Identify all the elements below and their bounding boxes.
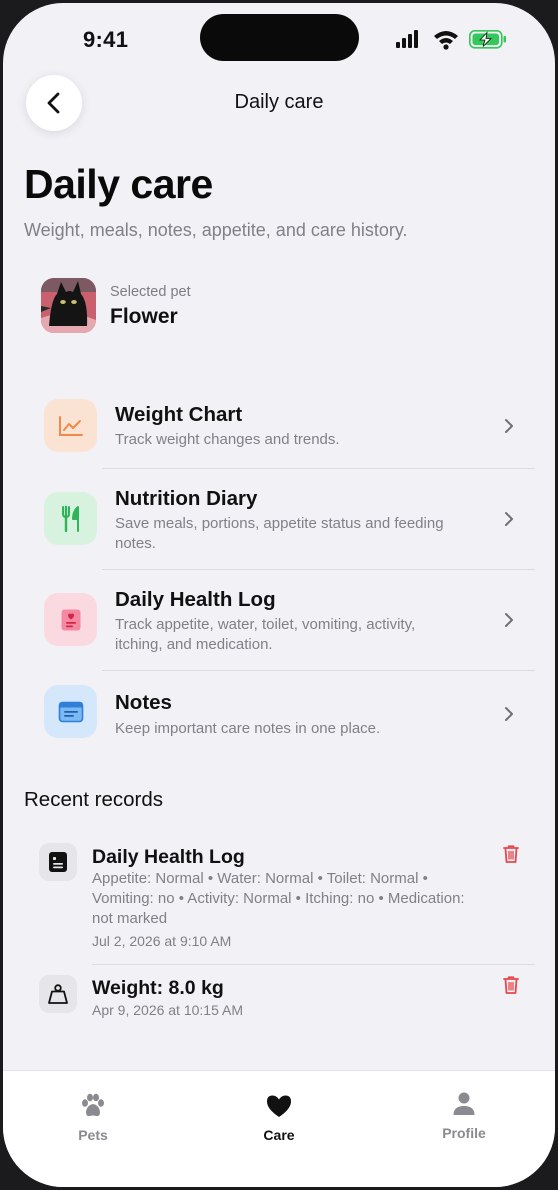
heart-icon [267,1095,291,1117]
menu-item-weight-chart[interactable]: Weight Chart Track weight changes and tr… [3,395,555,469]
chart-icon [58,415,83,436]
note-icon [58,701,83,722]
tab-bar: Pets Care Profile [3,1070,555,1187]
menu-description: Track appetite, water, toilet, vomiting,… [115,616,416,653]
nav-title: Daily care [234,91,324,113]
dynamic-island [200,14,359,61]
menu-item-daily-health-log[interactable]: Daily Health Log Track appetite, water, … [3,570,555,670]
health-log-icon-tile [39,843,77,881]
tab-label: Care [263,1127,295,1143]
wifi-icon [434,31,458,50]
record-title[interactable]: Weight: 8.0 kg [92,977,224,1000]
record-description: Appetite: Normal • Water: Normal • Toile… [92,870,465,927]
note-icon-tile [44,685,97,738]
chevron-right-icon [505,512,513,526]
menu-description: Save meals, portions, appetite status an… [115,515,444,552]
menu-item-nutrition-diary[interactable]: Nutrition Diary Save meals, portions, ap… [3,469,555,569]
chart-icon-tile [44,399,97,452]
status-time: 9:41 [83,27,129,52]
menu-title: Daily Health Log [115,588,276,611]
record-title[interactable]: Daily Health Log [92,846,245,869]
health-clipboard-icon [61,609,80,630]
menu-description: Track weight changes and trends. [115,431,340,448]
signal-icon [396,30,418,48]
weight-icon-tile [39,975,77,1013]
trash-icon[interactable] [502,844,520,864]
screen: 9:41 Daily care Daily care Weight, meals… [3,3,555,1187]
chevron-right-icon [505,613,513,627]
menu-title: Nutrition Diary [115,487,258,510]
trash-icon[interactable] [502,975,520,995]
chevron-right-icon [505,707,513,721]
cat-photo [41,278,96,333]
health-log-icon [49,852,67,872]
record-timestamp: Apr 9, 2026 at 10:15 AM [92,1002,243,1018]
tab-care[interactable]: Care [224,1091,334,1143]
fork-knife-icon-tile [44,492,97,545]
phone-frame: 9:41 Daily care Daily care Weight, meals… [0,0,558,1190]
page-subtitle: Weight, meals, notes, appetite, and care… [24,220,408,240]
menu-title: Weight Chart [115,403,243,426]
menu-item-notes[interactable]: Notes Keep important care notes in one p… [3,671,555,755]
menu-title: Notes [115,691,172,714]
tab-profile[interactable]: Profile [409,1089,519,1141]
chevron-right-icon [505,419,513,433]
battery-icon [469,30,506,49]
tab-label: Pets [78,1127,108,1143]
selected-pet-label: Selected pet [110,284,191,300]
tab-pets[interactable]: Pets [38,1091,148,1143]
page-title: Daily care [24,161,213,207]
selected-pet-name[interactable]: Flower [110,305,178,329]
tab-label: Profile [442,1125,486,1141]
fork-knife-icon [61,505,79,532]
record-timestamp: Jul 2, 2026 at 9:10 AM [92,933,232,949]
recent-records-title: Recent records [24,788,164,811]
divider [92,964,535,965]
status-icons [396,30,506,50]
health-clipboard-icon-tile [44,593,97,646]
person-icon [453,1092,475,1115]
pet-avatar[interactable] [41,278,96,333]
paw-icon [82,1093,104,1117]
menu-description: Keep important care notes in one place. [115,720,381,737]
weight-icon [48,984,68,1004]
